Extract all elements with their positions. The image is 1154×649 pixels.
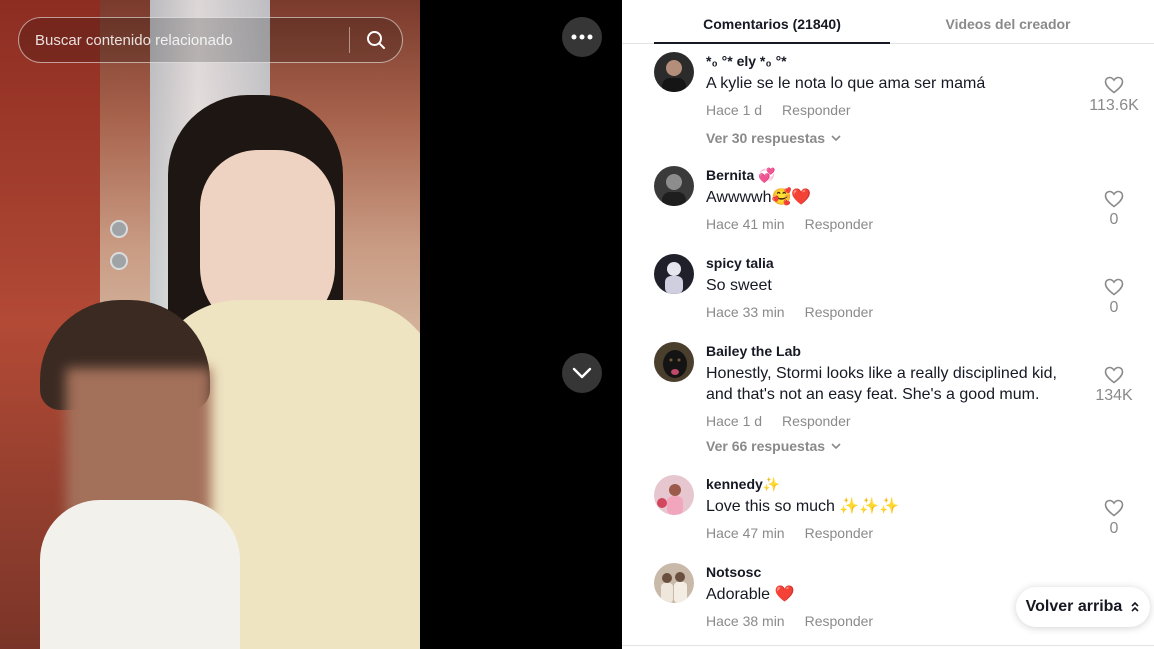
tab-creator-videos[interactable]: Videos del creador	[890, 0, 1126, 43]
back-to-top-label: Volver arriba	[1025, 598, 1123, 615]
comment-username[interactable]: Notsosc	[706, 563, 1086, 581]
video-area	[0, 0, 622, 649]
view-replies-label: Ver 30 respuestas	[706, 130, 826, 146]
avatar[interactable]	[654, 52, 694, 92]
divider	[622, 645, 1154, 646]
like-control: 134K	[1084, 366, 1144, 406]
back-to-top-button[interactable]: Volver arriba	[1016, 587, 1150, 627]
video-player[interactable]	[0, 0, 420, 649]
blurred-face	[66, 368, 211, 518]
reply-button[interactable]: Responder	[782, 412, 851, 430]
comment-username[interactable]: Bernita 💞	[706, 166, 1086, 184]
like-control: 0	[1084, 278, 1144, 318]
chevron-down-icon	[831, 442, 841, 449]
comment-username[interactable]: Bailey the Lab	[706, 342, 1086, 360]
search-icon	[367, 31, 385, 49]
comment-time: Hace 41 min	[706, 216, 785, 232]
comment-text: So sweet	[706, 277, 772, 294]
app-root: Comentarios (21840) Videos del creador *…	[0, 0, 1154, 649]
search-button[interactable]	[350, 18, 402, 62]
view-replies-button[interactable]: Ver 30 respuestas	[706, 129, 1086, 147]
reply-button[interactable]: Responder	[805, 215, 874, 233]
comment-username[interactable]: spicy talia	[706, 254, 1086, 272]
reply-button[interactable]: Responder	[805, 612, 874, 630]
reply-button[interactable]: Responder	[782, 101, 851, 119]
like-count: 0	[1109, 299, 1119, 316]
comment-text: Honestly, Stormi looks like a really dis…	[706, 365, 1057, 403]
reply-button[interactable]: Responder	[805, 524, 874, 542]
search-bar	[18, 17, 403, 63]
avatar[interactable]	[654, 342, 694, 382]
avatar[interactable]	[654, 563, 694, 603]
more-options-button[interactable]	[562, 17, 602, 57]
comment-time: Hace 38 min	[706, 613, 785, 629]
more-icon	[571, 34, 593, 40]
comment-time: Hace 1 d	[706, 413, 763, 429]
comment-text: Love this so much ✨✨✨	[706, 498, 900, 515]
comment-time: Hace 47 min	[706, 525, 785, 541]
heart-icon[interactable]	[1104, 278, 1124, 296]
tab-comments[interactable]: Comentarios (21840)	[654, 0, 890, 44]
comment-item: Bernita 💞 Awwwwh🥰❤️ Hace 41 min Responde…	[654, 166, 1144, 236]
comment-item: *₀ °* ely *₀ °* A kylie se le nota lo qu…	[654, 52, 1144, 152]
like-count: 113.6K	[1089, 97, 1139, 114]
comment-item: Bailey the Lab Honestly, Stormi looks li…	[654, 342, 1144, 462]
chevron-down-icon	[831, 134, 841, 141]
chevron-down-icon	[572, 367, 592, 379]
next-video-button[interactable]	[562, 353, 602, 393]
comment-username[interactable]: *₀ °* ely *₀ °*	[706, 52, 1086, 70]
view-replies-button[interactable]: Ver 66 respuestas	[706, 437, 1086, 455]
avatar[interactable]	[654, 166, 694, 206]
heart-icon[interactable]	[1104, 76, 1124, 94]
comment-username[interactable]: kennedy✨	[706, 475, 1086, 493]
comment-text: A kylie se le nota lo que ama ser mamá	[706, 75, 986, 92]
tab-bar: Comentarios (21840) Videos del creador	[622, 0, 1154, 44]
like-count: 0	[1109, 211, 1119, 228]
comment-text: Awwwwh🥰❤️	[706, 189, 812, 206]
like-count: 0	[1109, 520, 1119, 537]
comment-time: Hace 1 d	[706, 102, 763, 118]
heart-icon[interactable]	[1104, 190, 1124, 208]
like-control: 0	[1084, 499, 1144, 539]
comment-item: kennedy✨ Love this so much ✨✨✨ Hace 47 m…	[654, 475, 1144, 545]
reply-button[interactable]: Responder	[805, 303, 874, 321]
comments-panel: Comentarios (21840) Videos del creador *…	[622, 0, 1154, 649]
avatar[interactable]	[654, 254, 694, 294]
like-control: 0	[1084, 190, 1144, 230]
like-control: 113.6K	[1084, 76, 1144, 116]
double-chevron-up-icon	[1131, 601, 1139, 612]
search-input[interactable]	[19, 31, 349, 49]
view-replies-label: Ver 66 respuestas	[706, 438, 826, 454]
comment-item: spicy talia So sweet Hace 33 min Respond…	[654, 254, 1144, 324]
heart-icon[interactable]	[1104, 499, 1124, 517]
heart-icon[interactable]	[1104, 366, 1124, 384]
like-count: 134K	[1095, 387, 1133, 404]
comment-time: Hace 33 min	[706, 304, 785, 320]
avatar[interactable]	[654, 475, 694, 515]
